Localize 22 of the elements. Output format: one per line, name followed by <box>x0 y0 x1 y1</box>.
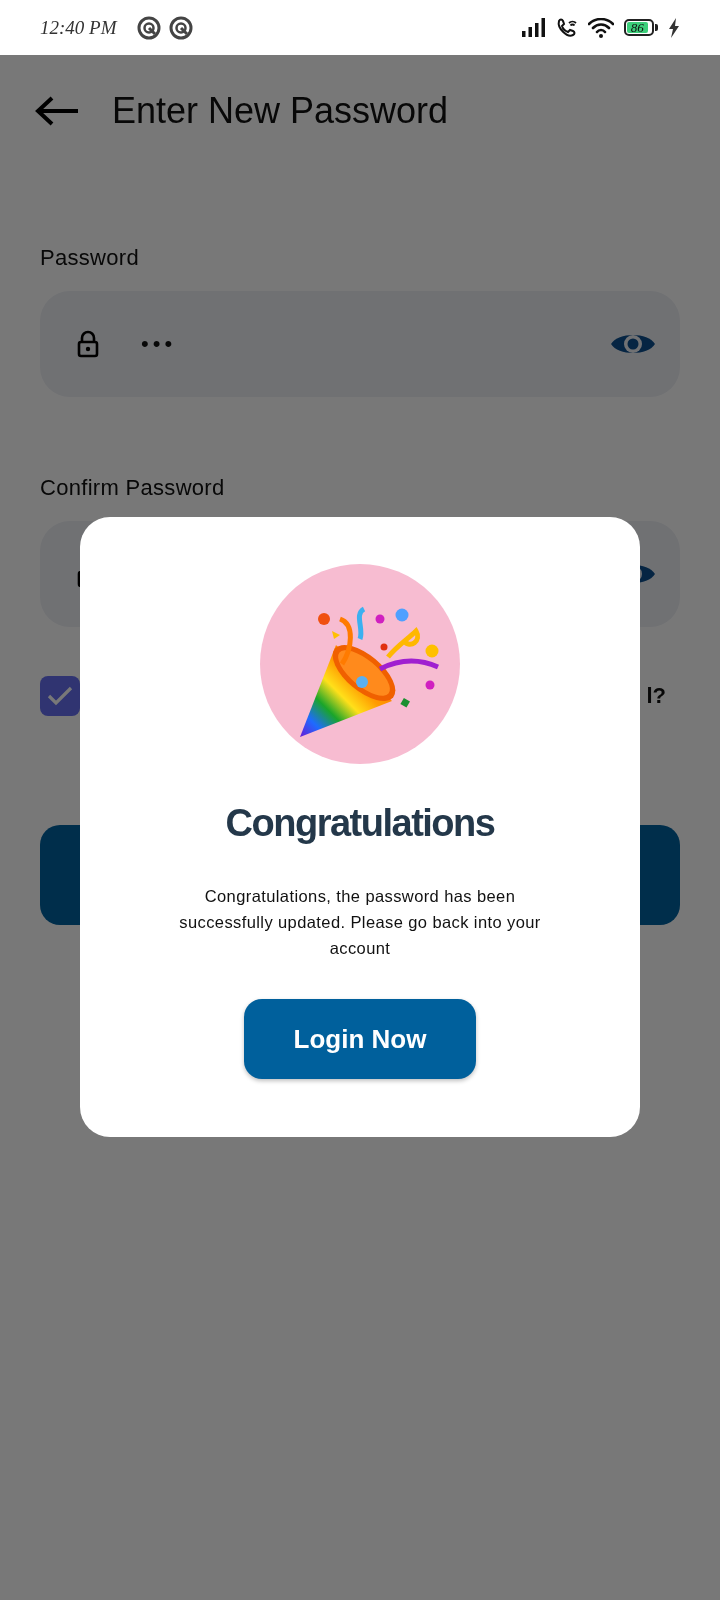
status-time: 12:40 PM <box>40 16 117 39</box>
notification-icon <box>136 15 161 40</box>
back-arrow-icon <box>34 95 80 127</box>
dialog-message: Congratulations, the password has been successfully updated. Please go back into your account <box>178 886 542 959</box>
charging-icon <box>668 17 680 38</box>
login-now-button[interactable]: Login Now <box>244 999 476 1079</box>
password-value: ••• <box>141 331 177 357</box>
page-title: Enter New Password <box>112 90 449 132</box>
password-field[interactable]: ••• <box>40 291 680 397</box>
checkmark-icon <box>47 686 73 706</box>
checkbox-label: l? <box>646 683 666 709</box>
lock-icon <box>77 330 99 358</box>
field-label: Password <box>40 245 140 271</box>
back-button[interactable] <box>34 95 80 127</box>
wifi-calling-icon <box>556 16 578 39</box>
notification-icon <box>168 15 193 40</box>
wifi-icon <box>588 17 614 38</box>
dialog-title: Congratulations <box>225 802 495 845</box>
checkbox[interactable] <box>40 676 80 716</box>
signal-icon <box>522 17 546 38</box>
battery-level: 86 <box>627 22 648 33</box>
field-label: Confirm Password <box>40 475 226 501</box>
